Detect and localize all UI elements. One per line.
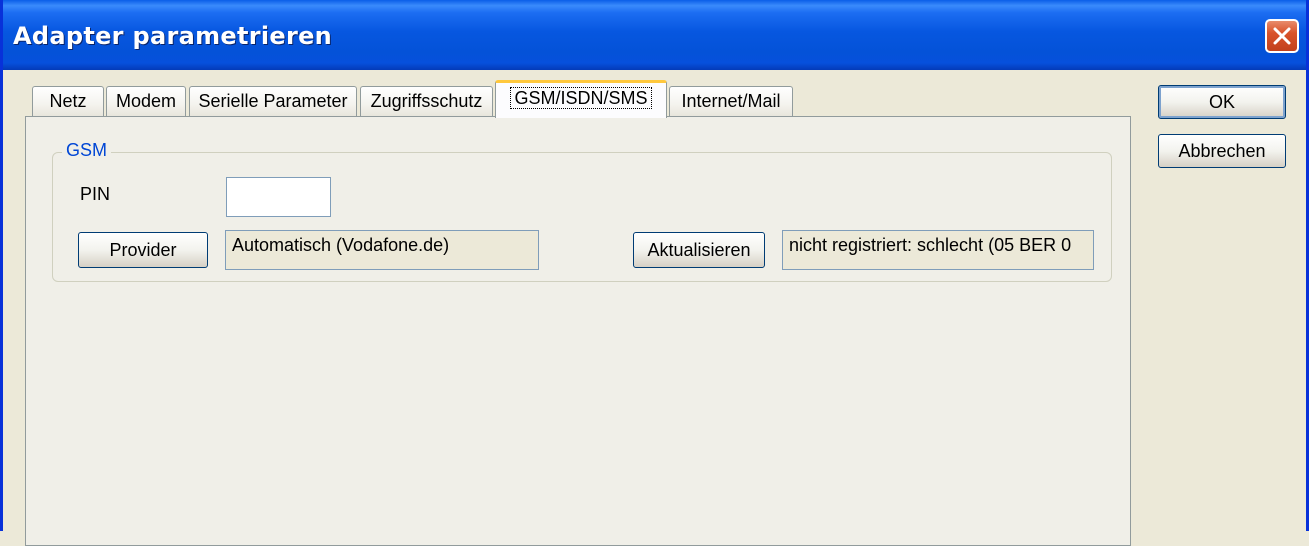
title-bar[interactable]: Adapter parametrieren [3,0,1306,70]
provider-button[interactable]: Provider [78,232,208,268]
tab-label: GSM/ISDN/SMS [510,87,652,109]
tab-modem[interactable]: Modem [106,86,186,116]
close-button[interactable] [1265,19,1299,53]
tab-label: Netz [49,91,87,111]
tab-zugriffsschutz[interactable]: Zugriffsschutz [360,86,493,116]
tab-netz[interactable]: Netz [32,86,104,116]
tab-label: Serielle Parameter [198,91,348,111]
pin-label: PIN [80,184,111,204]
tab-label: Modem [115,91,177,111]
tab-gsm-isdn-sms[interactable]: GSM/ISDN/SMS [495,80,667,118]
gsm-group-title: GSM [62,140,112,161]
close-icon [1273,27,1291,45]
tab-internet-mail[interactable]: Internet/Mail [669,86,793,116]
pin-input[interactable] [226,177,331,217]
tab-serielle-parameter[interactable]: Serielle Parameter [189,86,357,116]
cancel-button[interactable]: Abbrechen [1158,134,1286,168]
registration-status-field: nicht registriert: schlecht (05 BER 0 [782,230,1094,270]
tab-label: Internet/Mail [681,91,781,111]
ok-button[interactable]: OK [1158,85,1286,119]
provider-field: Automatisch (Vodafone.de) [225,230,539,270]
window-title: Adapter parametrieren [13,22,333,50]
tab-label: Zugriffsschutz [370,91,483,111]
refresh-button[interactable]: Aktualisieren [633,232,765,268]
